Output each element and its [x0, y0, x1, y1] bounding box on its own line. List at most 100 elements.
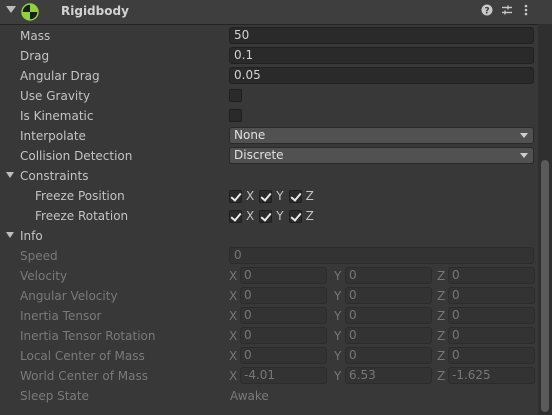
freeze-rotation-label: Freeze Rotation: [35, 209, 129, 223]
help-icon[interactable]: ?: [480, 4, 494, 18]
local-center-of-mass-x: 0: [240, 347, 327, 364]
axis-y-label: Y: [334, 269, 342, 283]
axis-x-label: X: [229, 269, 238, 283]
interpolate-label: Interpolate: [20, 129, 86, 143]
speed-field: 0: [229, 247, 534, 264]
sleep-state-label: Sleep State: [20, 389, 89, 403]
axis-z-label: Z: [437, 309, 446, 323]
local-center-of-mass-z: 0: [448, 347, 535, 364]
interpolate-dropdown[interactable]: None: [229, 127, 534, 144]
freeze-position-x-checkbox[interactable]: [229, 189, 242, 203]
foldout-arrow-icon[interactable]: [6, 6, 16, 13]
freeze-rotation-z-checkbox[interactable]: [288, 209, 302, 223]
foldout-arrow-icon[interactable]: [6, 232, 14, 238]
preset-icon[interactable]: [500, 4, 514, 18]
freeze-rotation-x-checkbox[interactable]: [229, 209, 242, 223]
angular-drag-field[interactable]: 0.05: [229, 67, 534, 84]
freeze-position-label: Freeze Position: [35, 189, 125, 203]
axis-x-label: X: [229, 329, 238, 343]
inertia-tensor-rotation-y: 0: [345, 327, 432, 344]
collision-detection-value: Discrete: [234, 148, 284, 162]
angular-velocity-row: Angular Velocity X0 Y0 Z0: [0, 286, 538, 306]
angular-velocity-y: 0: [345, 287, 432, 304]
interpolate-row: Interpolate None: [0, 126, 538, 146]
chevron-down-icon: [520, 133, 528, 138]
foldout-arrow-icon[interactable]: [6, 172, 14, 178]
inertia-tensor-rotation-z: 0: [448, 327, 535, 344]
axis-x-label: X: [229, 289, 238, 303]
collision-detection-dropdown[interactable]: Discrete: [229, 147, 534, 164]
freeze-position-y-checkbox[interactable]: [259, 189, 273, 203]
drag-field[interactable]: 0.1: [229, 47, 534, 64]
use-gravity-label: Use Gravity: [20, 89, 91, 103]
inertia-tensor-z: 0: [448, 307, 535, 324]
inertia-tensor-rotation-label: Inertia Tensor Rotation: [20, 329, 156, 343]
freeze-position-z-label: Z: [305, 189, 314, 203]
drag-label: Drag: [20, 49, 50, 63]
angular-drag-row: Angular Drag 0.05: [0, 66, 538, 86]
inertia-tensor-x: 0: [240, 307, 327, 324]
world-center-of-mass-label: World Center of Mass: [20, 369, 148, 383]
constraints-foldout[interactable]: Constraints: [0, 166, 538, 186]
rigidbody-icon: [21, 3, 39, 21]
collision-detection-row: Collision Detection Discrete: [0, 146, 538, 166]
more-icon[interactable]: [519, 4, 533, 18]
interpolate-value: None: [234, 128, 266, 142]
axis-y-label: Y: [334, 349, 342, 363]
axis-z-label: Z: [437, 329, 446, 343]
axis-z-label: Z: [437, 269, 446, 283]
inertia-tensor-label: Inertia Tensor: [20, 309, 102, 323]
drag-row: Drag 0.1: [0, 46, 538, 66]
freeze-rotation-y-label: Y: [276, 209, 284, 223]
local-center-of-mass-y: 0: [345, 347, 432, 364]
velocity-y: 0: [345, 267, 432, 284]
freeze-rotation-y-checkbox[interactable]: [259, 209, 273, 223]
sleep-state-value: Awake: [230, 389, 269, 403]
is-kinematic-label: Is Kinematic: [20, 109, 94, 123]
local-center-of-mass-row: Local Center of Mass X0 Y0 Z0: [0, 346, 538, 366]
chevron-down-icon: [520, 153, 528, 158]
use-gravity-row: Use Gravity: [0, 86, 538, 106]
is-kinematic-row: Is Kinematic: [0, 106, 538, 126]
freeze-rotation-row: Freeze Rotation X Y Z: [0, 206, 538, 226]
velocity-label: Velocity: [20, 269, 68, 283]
info-foldout[interactable]: Info: [0, 226, 538, 246]
axis-z-label: Z: [437, 349, 446, 363]
freeze-rotation-z-label: Z: [305, 209, 314, 223]
sleep-state-row: Sleep State Awake: [0, 386, 538, 406]
angular-velocity-x: 0: [240, 287, 327, 304]
speed-label: Speed: [20, 249, 58, 263]
mass-row: Mass 50: [0, 26, 538, 46]
freeze-position-z-checkbox[interactable]: [288, 189, 302, 203]
scrollbar-thumb[interactable]: [541, 160, 549, 412]
use-gravity-checkbox[interactable]: [229, 89, 242, 102]
mass-field[interactable]: 50: [229, 27, 534, 44]
axis-y-label: Y: [334, 289, 342, 303]
freeze-position-y-label: Y: [276, 189, 284, 203]
axis-x-label: X: [229, 369, 238, 383]
world-center-of-mass-z: -1.625: [448, 367, 535, 384]
angular-velocity-label: Angular Velocity: [20, 289, 118, 303]
vertical-scrollbar[interactable]: [538, 24, 552, 415]
axis-y-label: Y: [334, 329, 342, 343]
axis-x-label: X: [229, 349, 238, 363]
local-center-of-mass-label: Local Center of Mass: [20, 349, 145, 363]
world-center-of-mass-y: 6.53: [345, 367, 432, 384]
axis-y-label: Y: [334, 309, 342, 323]
world-center-of-mass-row: World Center of Mass X -4.01 Y 6.53 Z -1.62…: [0, 366, 538, 386]
inertia-tensor-rotation-x: 0: [240, 327, 327, 344]
axis-z-label: Z: [437, 289, 446, 303]
velocity-z: 0: [448, 267, 535, 284]
angular-drag-label: Angular Drag: [20, 69, 100, 83]
component-title: Rigidbody: [61, 4, 129, 18]
freeze-position-row: Freeze Position X Y Z: [0, 186, 538, 206]
svg-text:?: ?: [484, 7, 489, 17]
world-center-of-mass-x: -4.01: [240, 367, 327, 384]
is-kinematic-checkbox[interactable]: [229, 109, 242, 122]
inertia-tensor-y: 0: [345, 307, 432, 324]
freeze-rotation-x-label: X: [246, 209, 255, 223]
component-header[interactable]: Rigidbody ?: [0, 0, 552, 25]
freeze-position-x-label: X: [246, 189, 255, 203]
info-label: Info: [20, 229, 43, 243]
inertia-tensor-rotation-row: Inertia Tensor Rotation X0 Y0 Z0: [0, 326, 538, 346]
